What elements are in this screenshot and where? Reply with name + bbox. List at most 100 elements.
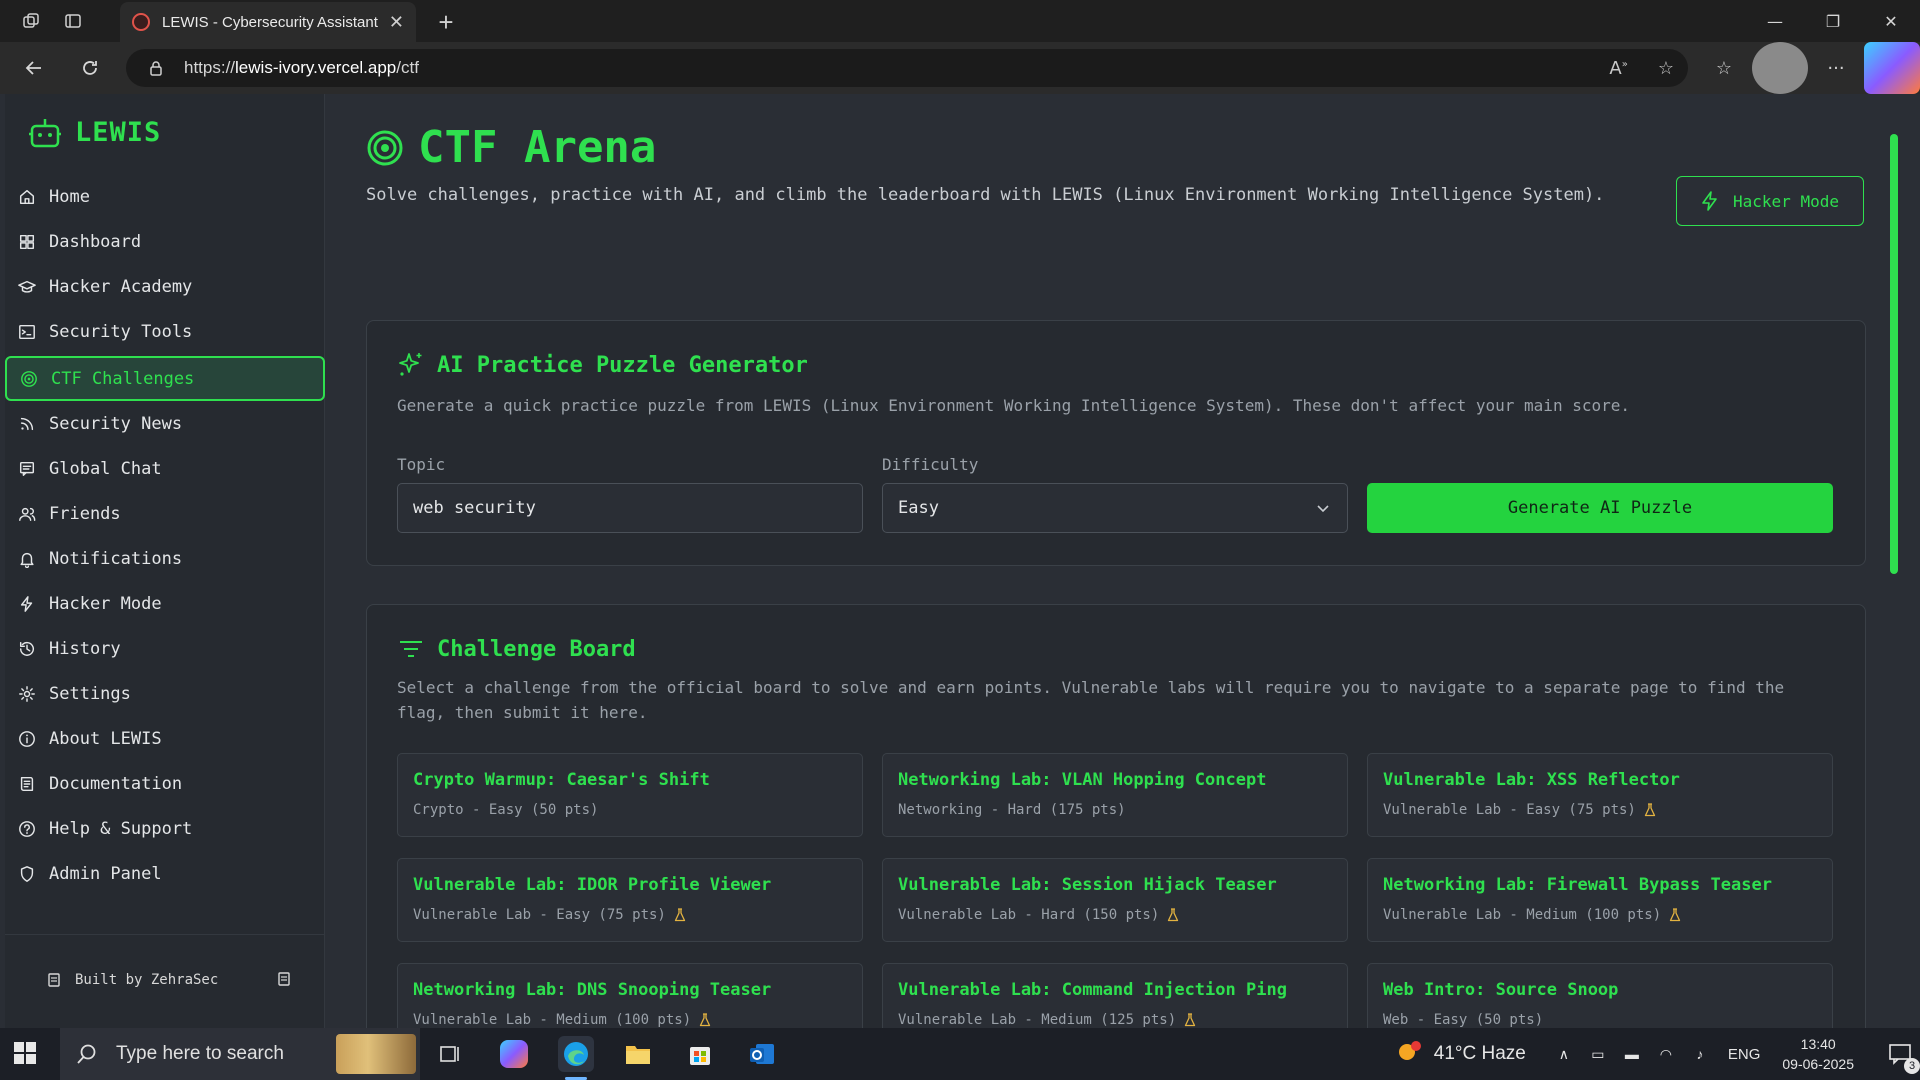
sidebar-item-about-lewis[interactable]: About LEWIS [5,716,325,761]
battery-icon[interactable]: ▬ [1620,1042,1644,1066]
challenge-meta-row: Crypto - Easy (50 pts) [413,802,847,818]
challenge-card[interactable]: Networking Lab: DNS Snooping Teaser Vulne… [397,963,863,1028]
challenge-meta: Web - Easy (50 pts) [1383,1012,1544,1028]
generate-puzzle-button[interactable]: Generate AI Puzzle [1367,483,1833,533]
sidebar-item-history[interactable]: History [5,626,325,671]
address-bar[interactable]: https://lewis-ivory.vercel.app/ctf A» ☆ [126,49,1688,87]
shield-icon [17,864,37,884]
meet-now-icon[interactable]: ▭ [1586,1042,1610,1066]
challenge-meta: Vulnerable Lab - Easy (75 pts) [1383,802,1636,818]
copilot-icon[interactable] [1864,42,1920,94]
maximize-button[interactable]: ❐ [1804,0,1862,42]
copilot-app-icon[interactable] [496,1036,532,1072]
sidebar-item-admin-panel[interactable]: Admin Panel [5,851,325,896]
lock-icon[interactable] [148,60,164,76]
tab-actions-icon[interactable] [52,0,94,42]
sidebar-item-help-support[interactable]: Help & Support [5,806,325,851]
sidebar-item-security-tools[interactable]: Security Tools [5,309,325,354]
brand[interactable]: LEWIS [27,114,161,150]
url-text: https://lewis-ivory.vercel.app/ctf [184,58,419,77]
profile-button[interactable] [1752,42,1808,94]
challenge-meta-row: Web - Easy (50 pts) [1383,1012,1817,1028]
sidebar-item-ctf-challenges[interactable]: CTF Challenges [5,356,325,401]
notification-count: 3 [1904,1058,1920,1074]
challenge-title: Networking Lab: DNS Snooping Teaser [413,980,772,1000]
new-tab-button[interactable]: + [430,6,462,38]
difficulty-select[interactable]: Easy [882,483,1348,533]
more-menu-icon[interactable]: ··· [1808,42,1864,94]
sidebar-item-label: Notifications [49,548,183,569]
target-icon [19,369,39,389]
challenge-card[interactable]: Vulnerable Lab: Command Injection Ping Vu… [882,963,1348,1028]
challenge-card[interactable]: Web Intro: Source Snoop Web - Easy (50 pt… [1367,963,1833,1028]
weather-haze-icon[interactable] [1394,1039,1424,1069]
file-explorer-icon[interactable] [620,1036,656,1072]
back-button[interactable] [18,52,50,84]
sidebar-item-security-news[interactable]: Security News [5,401,325,446]
hacker-mode-button[interactable]: Hacker Mode [1676,176,1864,226]
sidebar-item-label: Home [49,186,90,207]
zehrasec-badge-icon [278,972,290,986]
sidebar-item-hacker-mode[interactable]: Hacker Mode [5,581,325,626]
language-indicator[interactable]: ENG [1728,1046,1761,1063]
sidebar-item-global-chat[interactable]: Global Chat [5,446,325,491]
workspaces-icon[interactable] [10,0,52,42]
built-by: Built by ZehraSec [47,972,218,988]
close-tab-icon[interactable]: ✕ [389,12,404,33]
favorite-star-icon[interactable]: ☆ [1658,58,1674,79]
sidebar-item-documentation[interactable]: Documentation [5,761,325,806]
flask-icon [1670,908,1681,922]
topic-input[interactable]: web security [397,483,863,533]
sidebar-item-dashboard[interactable]: Dashboard [5,219,325,264]
challenge-card[interactable]: Vulnerable Lab: Session Hijack Teaser Vul… [882,858,1348,942]
page-subtitle: Solve challenges, practice with AI, and … [366,185,1605,205]
puzzle-generator-card: AI Practice Puzzle Generator Generate a … [366,320,1866,566]
challenge-card[interactable]: Vulnerable Lab: IDOR Profile Viewer Vulne… [397,858,863,942]
sidebar-item-hacker-academy[interactable]: Hacker Academy [5,264,325,309]
rss-icon [17,414,37,434]
sidebar-item-notifications[interactable]: Notifications [5,536,325,581]
challenge-card[interactable]: Crypto Warmup: Caesar's Shift Crypto - Ea… [397,753,863,837]
refresh-button[interactable] [74,52,106,84]
notification-center-button[interactable]: 3 [1880,1028,1920,1080]
page-header: CTF Arena [366,122,656,173]
home-icon [17,187,37,207]
brand-name: LEWIS [75,116,162,148]
read-aloud-icon[interactable]: A» [1609,58,1627,79]
task-view-icon[interactable] [432,1036,468,1072]
challenge-meta: Networking - Hard (175 pts) [898,802,1126,818]
scrollbar[interactable] [1890,104,1898,1024]
wifi-icon[interactable]: ◠ [1654,1042,1678,1066]
sidebar-item-home[interactable]: Home [5,174,325,219]
taskbar-search[interactable]: Type here to search [60,1028,420,1080]
outlook-icon[interactable] [744,1036,780,1072]
challenge-meta: Vulnerable Lab - Hard (150 pts) [898,907,1160,923]
browser-tab-active[interactable]: LEWIS - Cybersecurity Assistant ✕ [120,2,416,42]
challenge-meta: Vulnerable Lab - Medium (100 pts) [1383,907,1662,923]
challenge-card[interactable]: Vulnerable Lab: XSS Reflector Vulnerable … [1367,753,1833,837]
challenge-card[interactable]: Networking Lab: VLAN Hopping Concept Netw… [882,753,1348,837]
sidebar-item-label: CTF Challenges [51,368,195,389]
microsoft-store-icon[interactable] [682,1036,718,1072]
close-window-button[interactable]: ✕ [1862,0,1920,42]
challenge-title: Vulnerable Lab: Session Hijack Teaser [898,875,1277,895]
scrollbar-thumb[interactable] [1890,134,1898,574]
browser-toolbar: https://lewis-ivory.vercel.app/ctf A» ☆ … [0,42,1920,94]
robot-icon [29,119,61,148]
edge-app-icon[interactable] [558,1036,594,1072]
windows-start-button[interactable] [14,1042,36,1064]
clock[interactable]: 13:40 09-06-2025 [1782,1034,1854,1074]
challenge-meta: Vulnerable Lab - Medium (125 pts) [898,1012,1177,1028]
system-tray: 41°C Haze ∧ ▭ ▬ ◠ ♪ ENG 13:40 09-06-2025… [1394,1028,1920,1080]
chevron-up-icon[interactable]: ∧ [1552,1042,1576,1066]
sidebar-item-friends[interactable]: Friends [5,491,325,536]
hacker-mode-label: Hacker Mode [1733,191,1839,211]
weather-text[interactable]: 41°C Haze [1434,1043,1526,1065]
volume-icon[interactable]: ♪ [1688,1042,1712,1066]
challenge-card[interactable]: Networking Lab: Firewall Bypass Teaser Vu… [1367,858,1833,942]
minimize-button[interactable]: — [1746,0,1804,42]
favorites-icon[interactable]: ☆ [1696,42,1752,94]
challenge-meta-row: Vulnerable Lab - Medium (100 pts) [413,1012,847,1028]
topic-label: Topic [397,455,446,474]
sidebar-item-settings[interactable]: Settings [5,671,325,716]
